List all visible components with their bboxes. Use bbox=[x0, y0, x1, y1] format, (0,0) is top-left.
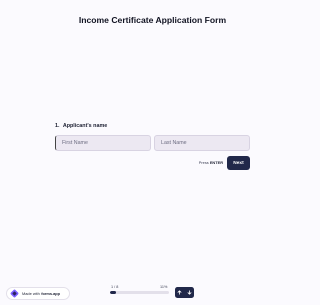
next-question-button[interactable] bbox=[185, 287, 195, 298]
progress-count: 1 / 8 bbox=[111, 285, 119, 289]
arrow-down-icon bbox=[187, 290, 192, 295]
made-with-text: Made with bbox=[22, 291, 40, 296]
first-name-input[interactable] bbox=[55, 135, 151, 151]
question-text: Applicant's name bbox=[62, 123, 108, 129]
question-label: 1. Applicant's name bbox=[55, 123, 107, 129]
progress-fill bbox=[110, 291, 117, 294]
question-nav bbox=[175, 287, 194, 298]
press-key: ENTER bbox=[209, 160, 223, 165]
press-prefix: Press bbox=[198, 160, 209, 165]
question-number: 1. bbox=[55, 123, 60, 129]
form-title: Income Certificate Application Form bbox=[78, 15, 227, 25]
progress-bar bbox=[110, 291, 169, 294]
press-enter-hint: Press ENTER bbox=[190, 160, 223, 165]
progress-percent: 11% bbox=[160, 285, 168, 289]
next-button[interactable]: Next bbox=[227, 156, 250, 170]
forms-app-logo-icon bbox=[10, 289, 19, 298]
made-with-badge[interactable]: Made with forms.app bbox=[6, 287, 70, 300]
arrow-up-icon bbox=[177, 290, 182, 295]
brand-name: forms.app bbox=[41, 291, 61, 296]
last-name-input[interactable] bbox=[154, 135, 250, 151]
previous-question-button[interactable] bbox=[175, 287, 185, 298]
